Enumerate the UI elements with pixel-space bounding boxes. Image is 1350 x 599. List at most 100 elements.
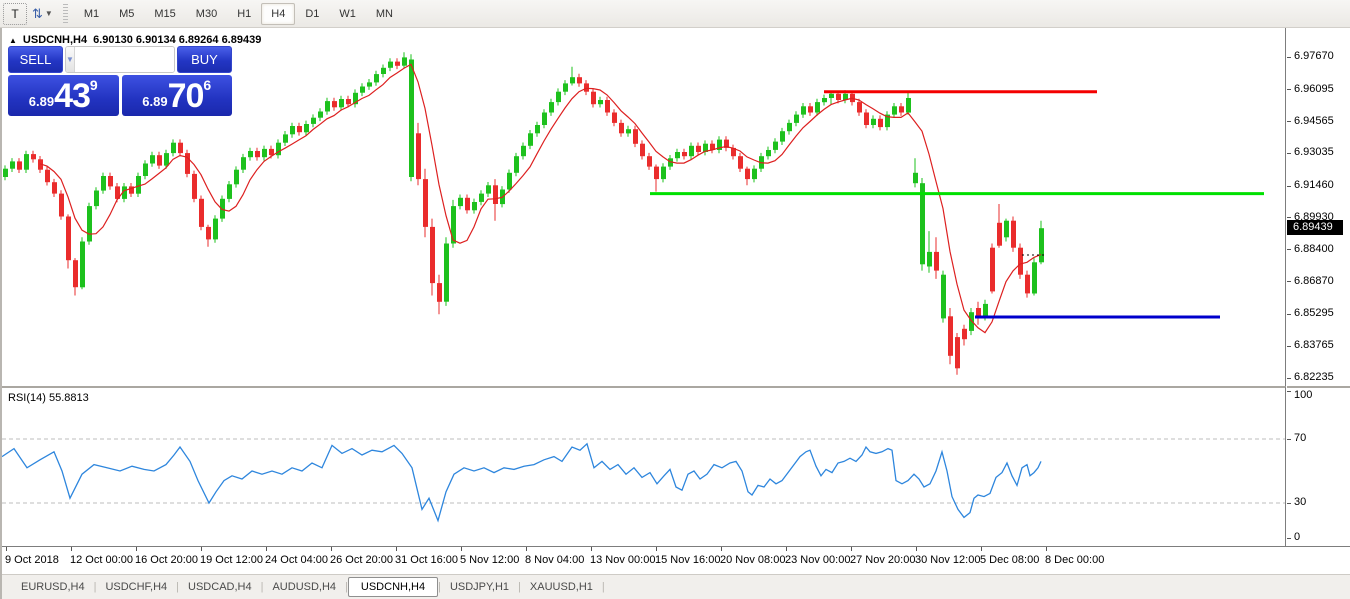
candle-body — [430, 227, 435, 283]
tab-usdcad-h4[interactable]: USDCAD,H4 — [179, 578, 261, 596]
time-axis: 9 Oct 201812 Oct 00:0016 Oct 20:0019 Oct… — [2, 546, 1350, 574]
current-price-badge: 6.89439 — [1287, 220, 1343, 235]
candle-body — [437, 283, 442, 302]
tab-usdcnh-h4[interactable]: USDCNH,H4 — [348, 577, 438, 597]
candle-body — [563, 83, 568, 91]
buy-quote-box[interactable]: 6.89 70 6 — [122, 75, 233, 116]
candle-body — [871, 119, 876, 125]
rsi-axis-tick — [1287, 538, 1291, 539]
rsi-chart-canvas — [2, 388, 1285, 546]
candle-body — [899, 106, 904, 112]
buy-button[interactable]: BUY — [177, 46, 232, 73]
candle-body — [269, 149, 274, 155]
candle-body — [381, 68, 386, 74]
candle-body — [185, 153, 190, 174]
candle-body — [689, 146, 694, 156]
timeframe-button-group: M1M5M15M30H1H4D1W1MN — [74, 3, 403, 25]
tab-usdjpy-h1[interactable]: USDJPY,H1 — [441, 578, 518, 596]
text-tool-button[interactable]: T — [3, 3, 27, 25]
timeframe-w1[interactable]: W1 — [329, 3, 366, 25]
chart-title: ▲ USDCNH,H4 6.90130 6.90134 6.89264 6.89… — [9, 34, 261, 46]
candle-body — [808, 106, 813, 112]
toolbar-grip — [63, 4, 68, 24]
timeframe-h1[interactable]: H1 — [227, 3, 261, 25]
candle-body — [836, 94, 841, 100]
price-axis-tick — [1287, 281, 1291, 282]
time-axis-tick — [721, 547, 722, 551]
candle-body — [542, 113, 547, 126]
chart-ohlc-values: 6.90130 6.90134 6.89264 6.89439 — [93, 34, 261, 46]
timeframe-m30[interactable]: M30 — [186, 3, 227, 25]
timeframe-d1[interactable]: D1 — [295, 3, 329, 25]
candle-body — [570, 77, 575, 83]
timeframe-m1[interactable]: M1 — [74, 3, 109, 25]
candle-body — [1039, 228, 1044, 262]
candle-body — [696, 146, 701, 152]
candle-body — [752, 169, 757, 179]
time-axis-tick — [136, 547, 137, 551]
candle-body — [87, 206, 92, 241]
sell-quote-box[interactable]: 6.89 43 9 — [8, 75, 119, 116]
price-chart-pane[interactable]: ▲ USDCNH,H4 6.90130 6.90134 6.89264 6.89… — [2, 28, 1286, 386]
time-axis-label: 8 Dec 00:00 — [1045, 554, 1104, 566]
candle-body — [374, 74, 379, 82]
buy-price-big: 70 — [168, 79, 204, 113]
timeframe-m15[interactable]: M15 — [144, 3, 185, 25]
timeframe-mn[interactable]: MN — [366, 3, 403, 25]
candle-body — [143, 164, 148, 177]
price-axis: 6.976706.960956.945656.930356.914606.899… — [1287, 28, 1350, 386]
candle-body — [1025, 275, 1030, 294]
candle-body — [311, 118, 316, 124]
candle-body — [241, 157, 246, 170]
price-axis-label: 6.93035 — [1294, 146, 1334, 158]
candle-body — [640, 144, 645, 157]
volume-spinner: ▼ ▲ — [65, 46, 175, 73]
sell-price-small: 6.89 — [29, 94, 54, 109]
timeframe-h4[interactable]: H4 — [261, 3, 295, 25]
candle-body — [255, 151, 260, 157]
sell-button[interactable]: SELL — [8, 46, 63, 73]
candle-body — [976, 308, 981, 316]
candle-body — [773, 142, 778, 150]
price-axis-tick — [1287, 121, 1291, 122]
candle-body — [528, 133, 533, 146]
volume-input[interactable] — [75, 47, 175, 72]
candle-body — [577, 77, 582, 83]
candle-body — [290, 126, 295, 134]
candle-body — [955, 337, 960, 368]
volume-decrease-button[interactable]: ▼ — [66, 47, 75, 72]
candle-body — [472, 202, 477, 210]
tab-xauusd-h1[interactable]: XAUUSD,H1 — [521, 578, 602, 596]
time-axis-label: 30 Nov 12:00 — [915, 554, 980, 566]
arrows-tool-button[interactable]: ⇅ ▼ — [30, 3, 55, 25]
time-axis-label: 8 Nov 04:00 — [525, 554, 584, 566]
price-axis-tick — [1287, 217, 1291, 218]
candle-body — [444, 244, 449, 302]
rsi-line — [2, 444, 1041, 521]
price-axis-tick — [1287, 153, 1291, 154]
time-axis-label: 26 Oct 20:00 — [330, 554, 393, 566]
timeframe-m5[interactable]: M5 — [109, 3, 144, 25]
time-axis-tick — [786, 547, 787, 551]
candle-body — [178, 143, 183, 153]
time-axis-tick — [266, 547, 267, 551]
candle-body — [535, 125, 540, 133]
price-axis-label: 6.97670 — [1294, 50, 1334, 62]
candle-body — [360, 87, 365, 93]
price-axis-label: 6.83765 — [1294, 339, 1334, 351]
candle-body — [927, 252, 932, 267]
sell-price-big: 43 — [54, 79, 90, 113]
candle-body — [423, 179, 428, 227]
arrows-icon: ⇅ — [32, 6, 43, 22]
candle-body — [829, 94, 834, 98]
tab-usdchf-h4[interactable]: USDCHF,H4 — [96, 578, 176, 596]
tab-eurusd-h4[interactable]: EURUSD,H4 — [12, 578, 94, 596]
candle-body — [1018, 248, 1023, 275]
tab-audusd-h4[interactable]: AUDUSD,H4 — [263, 578, 345, 596]
candle-body — [794, 115, 799, 123]
candle-body — [507, 173, 512, 190]
time-axis-tick — [331, 547, 332, 551]
candle-body — [262, 149, 267, 157]
rsi-indicator-pane[interactable]: RSI(14) 55.8813 — [2, 386, 1286, 546]
collapse-triangle-icon: ▲ — [9, 36, 17, 45]
